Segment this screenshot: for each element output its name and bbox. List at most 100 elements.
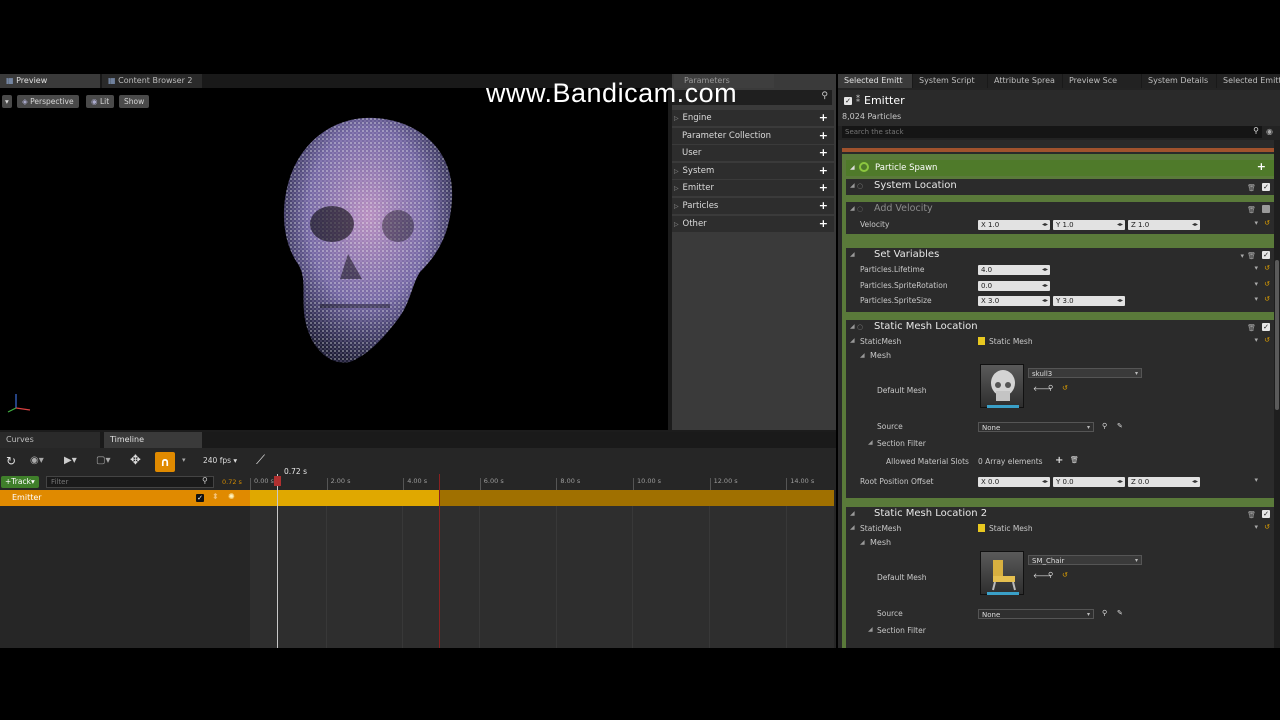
- chevron-down-icon[interactable]: ▾: [1254, 219, 1258, 227]
- time-ruler[interactable]: 0.00 s 2.00 s 4.00 s 6.00 s 8.00 s 10.00 s 12.…: [250, 474, 834, 490]
- emitter-active-range[interactable]: [250, 490, 439, 506]
- static-mesh-location-2-checkbox[interactable]: ✓: [1262, 510, 1270, 518]
- chevron-down-icon[interactable]: ▾: [1254, 280, 1258, 288]
- browse-icon[interactable]: ⚲: [1102, 422, 1107, 430]
- browse-icon[interactable]: ⚲: [1102, 609, 1107, 617]
- plus-icon[interactable]: +: [819, 163, 828, 179]
- add-velocity-checkbox[interactable]: [1262, 205, 1270, 213]
- chevron-down-icon[interactable]: ▾: [1254, 295, 1258, 303]
- delete-icon[interactable]: 🗑: [1247, 181, 1256, 195]
- transform-icon[interactable]: ✥: [130, 453, 141, 468]
- reset-icon[interactable]: ↺: [1264, 280, 1270, 288]
- stack-scrollbar[interactable]: [1274, 140, 1280, 648]
- parameter-row-engine[interactable]: ▷ Engine +: [672, 110, 834, 126]
- lit-button[interactable]: ◉ Lit: [86, 95, 115, 108]
- right-tab-1[interactable]: System Script: [913, 74, 987, 88]
- parameter-row-particles[interactable]: ▷ Particles +: [672, 198, 834, 214]
- velocity-z[interactable]: Z 1.0 ◂▸: [1128, 220, 1200, 230]
- default-mesh-2-combo[interactable]: SM_Chair ▾: [1028, 555, 1142, 565]
- browse-icon[interactable]: ⚲: [1048, 571, 1053, 579]
- set-variables-header[interactable]: ◢ Set Variables ▾ 🗑 ✓: [846, 248, 1274, 262]
- delete-icon[interactable]: 🗑: [1247, 508, 1256, 522]
- playback-end-marker[interactable]: [439, 474, 440, 648]
- playhead[interactable]: [277, 474, 278, 648]
- reset-icon[interactable]: ↺: [1264, 523, 1270, 531]
- snap-button[interactable]: ∩: [155, 452, 175, 472]
- timeline-tracks[interactable]: 0.00 s 2.00 s 4.00 s 6.00 s 8.00 s 10.00 s 12.…: [250, 467, 834, 648]
- set-variables-checkbox[interactable]: ✓: [1262, 251, 1270, 259]
- chevron-down-icon[interactable]: ▾: [1240, 249, 1244, 263]
- static-mesh-location-2-header[interactable]: ◢ Static Mesh Location 2 🗑 ✓: [846, 507, 1274, 521]
- selection-icon[interactable]: ▢▾: [96, 455, 110, 466]
- emitter-enabled-checkbox[interactable]: ✓: [196, 494, 204, 502]
- delete-icon[interactable]: 🗑: [1247, 203, 1256, 217]
- play-icon[interactable]: ▶▾: [64, 455, 77, 466]
- default-mesh-combo[interactable]: skull3 ▾: [1028, 368, 1142, 378]
- right-tab-3[interactable]: Preview Sce: [1063, 74, 1141, 88]
- pin-icon[interactable]: ⬍: [212, 492, 219, 501]
- reset-icon[interactable]: ↺: [1264, 219, 1270, 227]
- chevron-down-icon[interactable]: ▾: [1254, 476, 1258, 484]
- parameter-row-system[interactable]: ▷ System +: [672, 162, 834, 179]
- tab-content-browser[interactable]: ▦ Content Browser 2: [102, 74, 202, 88]
- reset-icon[interactable]: ↺: [1264, 336, 1270, 344]
- reset-icon[interactable]: ↺: [1264, 264, 1270, 272]
- viewport[interactable]: ▾ ◈ Perspective ◉ Lit Show: [0, 88, 668, 430]
- tab-timeline[interactable]: Timeline: [104, 432, 202, 448]
- emitter-checkbox[interactable]: ✓: [844, 97, 852, 105]
- pin-icon[interactable]: ⁑: [856, 95, 860, 104]
- add-velocity-header[interactable]: ◢ ○ Add Velocity 🗑: [846, 202, 1274, 216]
- emitter-track-row[interactable]: Emitter ✓ ⬍ ✺: [0, 490, 250, 506]
- delete-icon[interactable]: 🗑: [1247, 249, 1256, 263]
- plus-icon[interactable]: +: [819, 198, 828, 214]
- source-2-combo[interactable]: None ▾: [978, 609, 1094, 619]
- system-location-checkbox[interactable]: ✓: [1262, 183, 1270, 191]
- velocity-y[interactable]: Y 1.0 ◂▸: [1053, 220, 1125, 230]
- add-module-icon[interactable]: +: [1257, 160, 1266, 173]
- track-filter-input[interactable]: [46, 476, 214, 488]
- plus-icon[interactable]: +: [819, 145, 828, 161]
- static-mesh-location-checkbox[interactable]: ✓: [1262, 323, 1270, 331]
- root-offset-x[interactable]: X 0.0 ◂▸: [978, 477, 1050, 487]
- perspective-button[interactable]: ◈ Perspective: [17, 95, 79, 108]
- static-mesh-location-header[interactable]: ◢ ○ Static Mesh Location 🗑 ✓: [846, 320, 1274, 334]
- sprite-size-y[interactable]: Y 3.0 ◂▸: [1053, 296, 1125, 306]
- skull-mesh-thumbnail[interactable]: [980, 364, 1024, 408]
- plus-icon[interactable]: +: [819, 180, 828, 196]
- browse-icon[interactable]: ⚲: [1048, 384, 1053, 392]
- reset-icon[interactable]: ↺: [1062, 384, 1068, 392]
- eyedropper-icon[interactable]: ✎: [1117, 609, 1123, 617]
- sprite-size-x[interactable]: X 3.0 ◂▸: [978, 296, 1050, 306]
- source-combo[interactable]: None ▾: [978, 422, 1094, 432]
- velocity-x[interactable]: X 1.0 ◂▸: [978, 220, 1050, 230]
- sun-icon[interactable]: ✺: [228, 492, 235, 501]
- snap-options-icon[interactable]: ▾: [182, 456, 186, 464]
- plus-icon[interactable]: +: [819, 110, 828, 126]
- fps-dropdown[interactable]: 240 fps ▾: [203, 456, 237, 465]
- chevron-down-icon[interactable]: ▾: [1254, 523, 1258, 531]
- right-tab-0[interactable]: Selected Emitt: [838, 74, 912, 88]
- right-tab-5[interactable]: Selected Emitt: [1217, 74, 1280, 88]
- particle-spawn-header[interactable]: ◢ Particle Spawn +: [846, 160, 1274, 176]
- curve-icon[interactable]: ⟋: [256, 453, 265, 468]
- loop-icon[interactable]: ↻: [6, 454, 16, 468]
- tab-preview[interactable]: ▦ Preview: [0, 74, 100, 88]
- system-location-header[interactable]: ◢ ○ System Location 🗑 ✓: [846, 179, 1274, 195]
- add-element-icon[interactable]: +: [1055, 455, 1063, 466]
- parameter-row-parameter-collection[interactable]: Parameter Collection +: [672, 127, 834, 144]
- stack-search[interactable]: ⚲: [842, 126, 1262, 138]
- eye-icon[interactable]: ◉▾: [30, 455, 44, 466]
- chevron-down-icon[interactable]: ▾: [1254, 264, 1258, 272]
- plus-icon[interactable]: +: [819, 128, 828, 144]
- tab-curves[interactable]: Curves: [0, 432, 100, 448]
- reset-icon[interactable]: ↺: [1264, 295, 1270, 303]
- chair-mesh-thumbnail[interactable]: [980, 551, 1024, 595]
- emitter-track-bar[interactable]: [250, 490, 834, 506]
- reset-icon[interactable]: ↺: [1062, 571, 1068, 579]
- parameter-row-user[interactable]: User +: [672, 145, 834, 162]
- right-tab-4[interactable]: System Details: [1142, 74, 1216, 88]
- right-tab-2[interactable]: Attribute Sprea: [988, 74, 1062, 88]
- scrollbar-thumb[interactable]: [1275, 260, 1279, 410]
- root-offset-z[interactable]: Z 0.0 ◂▸: [1128, 477, 1200, 487]
- viewport-options-button[interactable]: ▾: [2, 95, 12, 108]
